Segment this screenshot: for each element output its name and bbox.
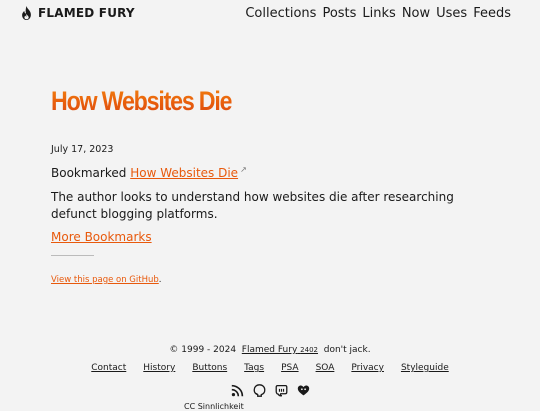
footer-link-tags[interactable]: Tags — [244, 363, 264, 373]
bookmarked-label: Bookmarked — [51, 166, 127, 180]
social-icons — [0, 384, 540, 397]
rss-icon[interactable] — [231, 384, 244, 397]
nav-collections[interactable]: Collections — [245, 6, 316, 21]
github-icon[interactable] — [253, 384, 266, 397]
nav-now[interactable]: Now — [402, 6, 430, 21]
footer-link-soa[interactable]: SOA — [316, 363, 335, 373]
bookmark-line: Bookmarked How Websites Die ↗ — [51, 165, 247, 180]
footer-links: Contact History Buttons Tags PSA SOA Pri… — [0, 363, 540, 373]
footer-link-contact[interactable]: Contact — [91, 363, 126, 373]
post-description: The author looks to understand how websi… — [51, 190, 454, 221]
footer-link-buttons[interactable]: Buttons — [192, 363, 227, 373]
footer-link-psa[interactable]: PSA — [281, 363, 298, 373]
license-text: CC Sinnlichkeit — [184, 402, 244, 411]
nav-feeds[interactable]: Feeds — [473, 6, 511, 21]
github-link[interactable]: View this page on GitHub — [51, 275, 159, 285]
header: FLAMED FURY Collections Posts Links Now … — [0, 0, 540, 28]
bookmark-link[interactable]: How Websites Die — [130, 166, 238, 180]
nav-links[interactable]: Links — [362, 6, 395, 21]
footer-site-version: 2402 — [300, 346, 318, 354]
copyright-years: © 1999 - 2024 — [169, 345, 237, 355]
github-suffix: . — [158, 275, 162, 285]
nav-uses[interactable]: Uses — [436, 6, 467, 21]
brand-name: FLAMED FURY — [38, 6, 135, 20]
footer-link-privacy[interactable]: Privacy — [351, 363, 384, 373]
footer-tagline: don't jack. — [323, 345, 371, 355]
post-date: July 17, 2023 — [51, 144, 114, 155]
more-bookmarks-link[interactable]: More Bookmarks — [51, 230, 152, 244]
divider — [51, 255, 94, 256]
external-link-icon: ↗ — [240, 165, 247, 174]
footer-site-name: Flamed Fury — [241, 345, 298, 355]
footer-site-link[interactable]: Flamed Fury 2402 — [242, 345, 318, 355]
github-line: View this page on GitHub. — [51, 275, 161, 285]
main-nav: Collections Posts Links Now Uses Feeds — [245, 6, 511, 21]
footer-link-styleguide[interactable]: Styleguide — [401, 363, 449, 373]
brand-logo[interactable]: FLAMED FURY — [20, 6, 135, 20]
nav-posts[interactable]: Posts — [322, 6, 356, 21]
page-title: How Websites Die — [51, 86, 233, 116]
footer-link-history[interactable]: History — [143, 363, 175, 373]
copyright: © 1999 - 2024 Flamed Fury 2402 don't jac… — [0, 345, 540, 355]
heart-icon[interactable] — [297, 384, 310, 397]
mastodon-icon[interactable] — [275, 384, 288, 397]
flame-icon — [20, 6, 33, 20]
